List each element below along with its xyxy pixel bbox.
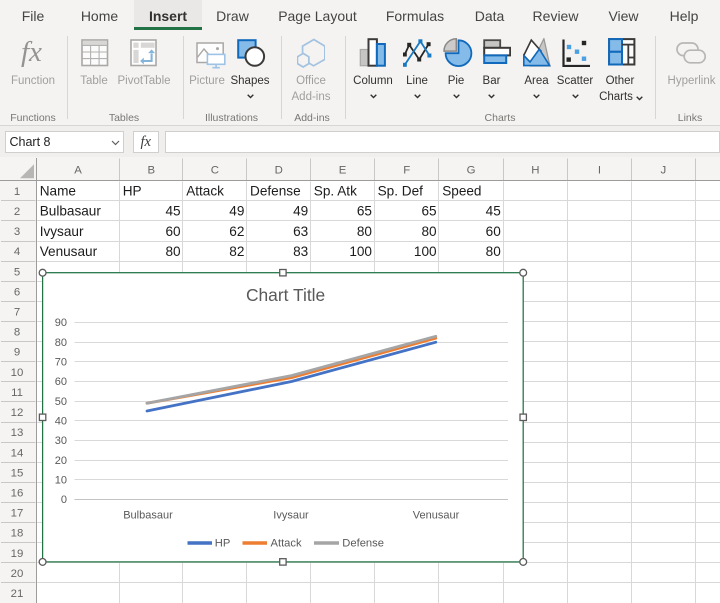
svg-text:62: 62 — [229, 224, 244, 239]
svg-text:E: E — [339, 164, 347, 176]
svg-text:B: B — [147, 164, 155, 176]
svg-text:80: 80 — [357, 224, 373, 239]
svg-text:45: 45 — [165, 204, 180, 219]
svg-text:20: 20 — [11, 568, 24, 580]
svg-text:Defense: Defense — [342, 537, 384, 549]
svg-text:D: D — [275, 164, 283, 176]
svg-text:100: 100 — [349, 244, 372, 259]
svg-text:C: C — [211, 164, 219, 176]
svg-text:9: 9 — [14, 347, 20, 359]
svg-text:F: F — [403, 164, 410, 176]
svg-text:I: I — [598, 164, 601, 176]
svg-text:HP: HP — [123, 184, 142, 199]
svg-text:65: 65 — [421, 204, 436, 219]
svg-text:12: 12 — [11, 407, 24, 419]
svg-text:10: 10 — [11, 367, 24, 379]
svg-text:80: 80 — [165, 244, 181, 259]
svg-text:40: 40 — [55, 415, 67, 427]
svg-text:20: 20 — [55, 455, 67, 467]
svg-text:2: 2 — [14, 206, 20, 218]
svg-text:5: 5 — [14, 266, 20, 278]
svg-text:13: 13 — [11, 427, 24, 439]
svg-text:100: 100 — [414, 244, 437, 259]
svg-text:10: 10 — [55, 475, 67, 487]
svg-text:15: 15 — [11, 467, 24, 479]
svg-text:A: A — [74, 164, 82, 176]
svg-text:Ivysaur: Ivysaur — [40, 224, 84, 239]
svg-text:70: 70 — [55, 356, 67, 368]
svg-text:8: 8 — [14, 327, 20, 339]
svg-text:4: 4 — [14, 246, 20, 258]
svg-text:14: 14 — [11, 447, 24, 459]
svg-text:Attack: Attack — [186, 184, 224, 199]
svg-text:16: 16 — [11, 488, 24, 500]
svg-text:Attack: Attack — [271, 537, 302, 549]
svg-text:Name: Name — [40, 184, 76, 199]
svg-text:60: 60 — [486, 224, 502, 239]
svg-text:65: 65 — [357, 204, 372, 219]
svg-text:60: 60 — [55, 376, 67, 388]
svg-text:Bulbasaur: Bulbasaur — [123, 509, 173, 521]
svg-text:Chart Title: Chart Title — [246, 285, 325, 305]
svg-text:6: 6 — [14, 286, 20, 298]
svg-text:45: 45 — [486, 204, 501, 219]
svg-text:50: 50 — [55, 396, 67, 408]
svg-text:J: J — [660, 164, 666, 176]
svg-text:80: 80 — [55, 337, 67, 349]
svg-text:19: 19 — [11, 548, 24, 560]
svg-text:Sp. Atk: Sp. Atk — [314, 184, 357, 199]
svg-text:60: 60 — [165, 224, 181, 239]
svg-text:H: H — [531, 164, 539, 176]
svg-text:G: G — [467, 164, 476, 176]
svg-text:80: 80 — [486, 244, 502, 259]
svg-text:3: 3 — [14, 226, 20, 238]
svg-text:Sp. Def: Sp. Def — [378, 184, 424, 199]
svg-text:11: 11 — [11, 387, 23, 399]
svg-text:Bulbasaur: Bulbasaur — [40, 204, 102, 219]
svg-text:Ivysaur: Ivysaur — [273, 509, 309, 521]
svg-text:Speed: Speed — [442, 184, 481, 199]
svg-text:1: 1 — [14, 186, 20, 198]
svg-text:30: 30 — [55, 435, 67, 447]
svg-text:63: 63 — [293, 224, 308, 239]
svg-text:82: 82 — [229, 244, 244, 259]
svg-text:83: 83 — [293, 244, 308, 259]
svg-text:7: 7 — [14, 307, 20, 319]
svg-text:49: 49 — [229, 204, 244, 219]
svg-text:18: 18 — [11, 528, 24, 540]
svg-text:17: 17 — [11, 508, 24, 520]
svg-text:21: 21 — [11, 588, 24, 600]
svg-text:80: 80 — [421, 224, 437, 239]
svg-text:49: 49 — [293, 204, 308, 219]
svg-text:90: 90 — [55, 317, 67, 329]
svg-text:HP: HP — [215, 537, 231, 549]
svg-text:Venusaur: Venusaur — [40, 244, 98, 259]
svg-text:0: 0 — [61, 494, 67, 506]
svg-text:Defense: Defense — [250, 184, 301, 199]
svg-text:Venusaur: Venusaur — [413, 509, 460, 521]
